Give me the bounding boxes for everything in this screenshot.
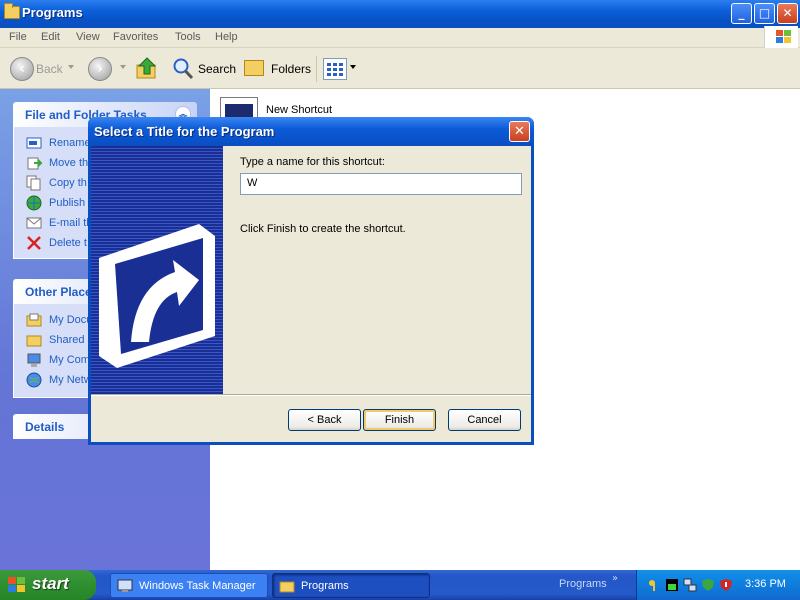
folder-icon: [279, 581, 295, 593]
taskbar: start Windows Task Manager Programs Prog…: [0, 570, 800, 600]
views-dropdown-icon[interactable]: [350, 65, 356, 69]
window-title: Programs: [22, 5, 83, 20]
menu-bar: File Edit View Favorites Tools Help: [0, 28, 800, 48]
menu-favorites[interactable]: Favorites: [113, 31, 158, 43]
dialog-close-button[interactable]: ✕: [509, 121, 530, 142]
cancel-button[interactable]: Cancel: [448, 409, 521, 431]
system-tray: 3:36 PM: [636, 570, 800, 600]
clock[interactable]: 3:36 PM: [745, 578, 786, 590]
shortcut-arrow-icon: [99, 224, 215, 368]
quick-programs-toolbar[interactable]: Programs: [559, 578, 607, 590]
task-label: My Docu: [49, 314, 93, 326]
back-arrow-icon[interactable]: ‹: [10, 57, 34, 81]
dialog-title: Select a Title for the Program: [94, 124, 275, 139]
taskbar-task-manager[interactable]: Windows Task Manager: [110, 573, 268, 598]
task-label: Publish t: [49, 197, 92, 209]
cpu-meter-icon[interactable]: [665, 578, 679, 592]
email-envelope-icon: [26, 217, 42, 229]
panel-title: Details: [25, 420, 65, 434]
keys-icon[interactable]: [647, 578, 661, 592]
views-icon[interactable]: [323, 58, 347, 80]
file-name: New Shortcut: [266, 104, 333, 116]
delete-x-icon: [27, 236, 41, 250]
publish-globe-icon: [26, 195, 42, 211]
menu-help[interactable]: Help: [215, 31, 238, 43]
close-button[interactable]: ✕: [777, 3, 798, 24]
window-titlebar[interactable]: Programs _ □ ✕: [0, 0, 800, 28]
menu-edit[interactable]: Edit: [41, 31, 60, 43]
task-label: Move th: [49, 157, 89, 169]
folders-button-label[interactable]: Folders: [271, 62, 311, 76]
search-button-label[interactable]: Search: [198, 62, 236, 76]
search-icon[interactable]: [171, 57, 195, 81]
copy-icon: [26, 175, 41, 191]
security-alert-icon[interactable]: [719, 578, 733, 592]
task-manager-icon: [117, 579, 133, 592]
task-label: E-mail th: [49, 217, 93, 229]
task-label: Rename: [49, 137, 91, 149]
task-label: Programs: [301, 580, 349, 592]
panel-title: Other Place: [25, 285, 92, 299]
network-icon[interactable]: [683, 578, 697, 592]
start-label: start: [32, 574, 69, 593]
back-button-label[interactable]: Back: [36, 62, 63, 76]
menu-tools[interactable]: Tools: [175, 31, 201, 43]
forward-arrow-icon[interactable]: ›: [88, 57, 112, 81]
standard-toolbar: ‹ Back › Search Folders: [0, 49, 800, 89]
task-label: My Netw: [49, 374, 92, 386]
shortcut-name-label: Type a name for this shortcut:: [240, 156, 385, 168]
rename-icon: [26, 137, 42, 149]
shared-folder-icon: [26, 335, 42, 347]
forward-dropdown-icon[interactable]: [120, 65, 126, 69]
shortcut-wizard-dialog: Select a Title for the Program ✕ Type a …: [88, 117, 534, 445]
task-label: Windows Task Manager: [139, 580, 256, 592]
windows-logo-icon: [764, 26, 798, 48]
task-label: Copy th: [49, 177, 87, 189]
network-globe-icon: [26, 372, 42, 388]
menu-file[interactable]: File: [9, 31, 27, 43]
minimize-button[interactable]: _: [731, 3, 752, 24]
back-button[interactable]: < Back: [288, 409, 361, 431]
wizard-banner: [91, 146, 223, 394]
toolbar-chevron-icon[interactable]: »: [612, 573, 618, 584]
toolbar-separator: [316, 56, 317, 82]
my-computer-icon: [27, 353, 41, 367]
menu-view[interactable]: View: [76, 31, 100, 43]
folders-icon[interactable]: [244, 60, 264, 76]
my-documents-icon: [26, 313, 42, 327]
up-folder-icon[interactable]: [136, 56, 158, 80]
shortcut-name-input[interactable]: W: [240, 173, 522, 195]
move-icon: [27, 157, 42, 170]
folder-icon: [4, 3, 20, 19]
taskbar-programs[interactable]: Programs: [272, 573, 430, 598]
start-button[interactable]: start: [0, 570, 96, 600]
task-label: Delete t: [49, 237, 87, 249]
shield-icon[interactable]: [701, 578, 715, 592]
dialog-titlebar[interactable]: Select a Title for the Program ✕: [88, 117, 534, 146]
finish-button[interactable]: Finish: [363, 409, 436, 431]
windows-flag-icon: [8, 577, 26, 593]
dialog-divider: [91, 394, 531, 396]
maximize-button[interactable]: □: [754, 3, 775, 24]
finish-hint-text: Click Finish to create the shortcut.: [240, 223, 406, 235]
back-dropdown-icon[interactable]: [68, 65, 74, 69]
